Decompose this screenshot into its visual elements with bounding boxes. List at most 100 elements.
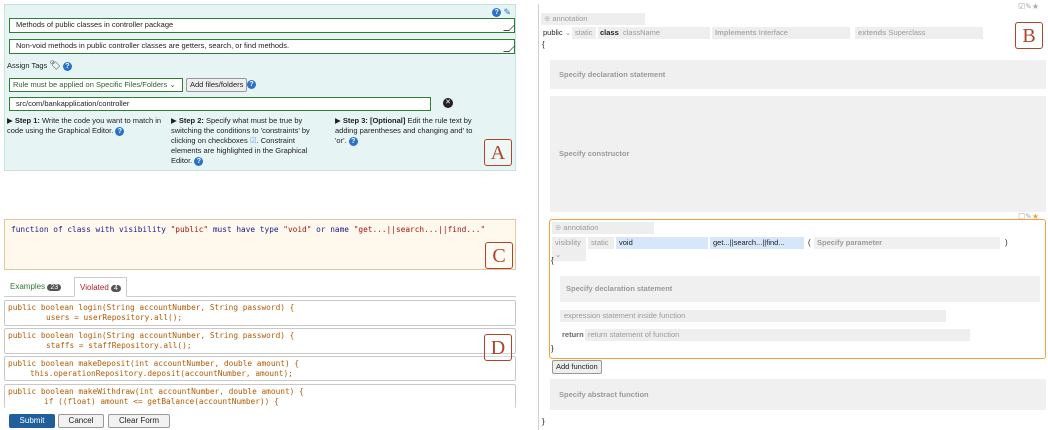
paren-close: ): [1005, 238, 1008, 247]
return-keyword: return: [562, 330, 584, 339]
extends-keyword: extends: [858, 28, 887, 37]
resize-grip-icon[interactable]: [503, 25, 515, 31]
rule-title-input[interactable]: Methods of public classes in controller …: [9, 18, 515, 33]
help-icon[interactable]: ?: [194, 156, 204, 166]
interface-text: Interface: [758, 28, 788, 37]
rule-text-editor[interactable]: function of class with visibility "publi…: [4, 219, 516, 270]
superclass-text: Superclass: [888, 28, 926, 37]
return-text: return statement of function: [588, 330, 680, 339]
abstract-function-placeholder[interactable]: Specify abstract function: [550, 379, 1046, 410]
violated-snippet-2[interactable]: public boolean login(String accountNumbe…: [4, 328, 516, 354]
step3-title: Step 3: [Optional]: [342, 116, 406, 125]
rule-string-literal: "void": [283, 225, 312, 234]
visibility-value: public: [543, 28, 563, 37]
add-function-button[interactable]: Add function: [552, 360, 602, 374]
checkbox-icon: ☑: [249, 136, 257, 145]
function-visibility-select[interactable]: visibility ⌄: [552, 237, 586, 261]
rule-metadata-panel: ? ✎ Methods of public classes in control…: [4, 4, 516, 171]
function-type-field[interactable]: void: [616, 237, 708, 249]
help-icon[interactable]: ?: [492, 8, 502, 18]
class-toolbar-icons[interactable]: ☑✎★: [1018, 2, 1039, 11]
add-files-label: Add files/folders: [190, 80, 244, 89]
expression-placeholder[interactable]: expression statement inside function: [560, 310, 946, 322]
abstract-function-text: Specify abstract function: [559, 390, 649, 399]
tab-examples[interactable]: Examples 23: [10, 282, 62, 291]
function-annotation[interactable]: ⊕ annotation: [552, 222, 654, 234]
figure-label-b: B: [1015, 22, 1043, 49]
function-name-text: get...||search...||find...: [713, 238, 785, 247]
assign-tags[interactable]: Assign Tags 🏷 ?: [7, 60, 72, 71]
step2-title: Step 2:: [178, 116, 204, 125]
step-2: ▶ Step 2: Specify what must be true by s…: [171, 116, 310, 166]
function-type-text: void: [619, 238, 633, 247]
parameter-text: Specify parameter: [817, 238, 883, 247]
violated-snippet-4[interactable]: public boolean makeWithdraw(int accountN…: [4, 384, 516, 408]
add-files-button[interactable]: Add files/folders: [186, 78, 248, 92]
function-close-brace: }: [551, 344, 554, 353]
figure-label-c: C: [485, 242, 513, 269]
snippet-line: public boolean makeDeposit(int accountNu…: [8, 359, 300, 368]
class-annotation[interactable]: ⊕ annotation: [541, 13, 645, 25]
class-name-field[interactable]: className: [620, 27, 710, 39]
chevron-down-icon: ⌄: [564, 28, 571, 37]
violated-count-badge: 4: [111, 285, 121, 292]
help-icon[interactable]: ?: [348, 136, 358, 146]
snippet-line: public boolean makeWithdraw(int accountN…: [8, 387, 304, 396]
rule-text: function of class with visibility "publi…: [11, 225, 485, 234]
class-declaration-placeholder[interactable]: Specify declaration statement: [550, 60, 1046, 89]
implements-keyword: Implements: [715, 28, 757, 37]
function-name-field[interactable]: get...||search...||find...: [710, 237, 804, 249]
parameter-placeholder[interactable]: Specify parameter: [814, 237, 1000, 249]
figure-label-d: D: [484, 334, 512, 361]
scope-select[interactable]: Rule must be applied on Specific Files/F…: [9, 78, 183, 92]
function-visibility-text: visibility: [555, 238, 581, 247]
paren-open: (: [808, 238, 811, 247]
static-toggle[interactable]: static: [572, 27, 596, 39]
rule-string-literal: "get...||search...||find...": [353, 225, 486, 234]
resize-grip-icon[interactable]: [503, 46, 515, 52]
tab-violated[interactable]: Violated 4: [74, 277, 127, 297]
help-icon[interactable]: ?: [247, 80, 256, 89]
class-open-brace: {: [542, 40, 545, 49]
extends-field[interactable]: extends Superclass: [855, 27, 983, 39]
rule-text-segment: must have type: [208, 225, 284, 234]
cancel-button[interactable]: Cancel: [58, 414, 104, 428]
constructor-text: Specify constructor: [559, 149, 630, 158]
clear-form-label: Clear Form: [118, 416, 159, 425]
tab-violated-label: Violated: [80, 283, 109, 292]
function-static-text: static: [591, 238, 609, 247]
function-open-brace: {: [551, 256, 554, 265]
chevron-down-icon: ⌄: [169, 80, 176, 89]
rule-description-input[interactable]: Non-void methods in public controller cl…: [9, 39, 515, 54]
snippet-line: public boolean login(String accountNumbe…: [8, 303, 295, 312]
implements-field[interactable]: Implements Interface: [712, 27, 850, 39]
function-declaration-placeholder[interactable]: Specify declaration statement: [560, 276, 1040, 302]
help-icon[interactable]: ?: [115, 126, 125, 136]
class-name-text: className: [623, 28, 661, 37]
remove-path-icon[interactable]: ✕: [443, 98, 453, 108]
visibility-select[interactable]: public ⌄: [543, 28, 571, 37]
tag-icon[interactable]: 🏷: [49, 60, 60, 70]
help-icon[interactable]: ?: [62, 61, 72, 71]
figure-label-a: A: [484, 139, 512, 166]
clear-form-button[interactable]: Clear Form: [108, 414, 170, 428]
violated-snippet-1[interactable]: public boolean login(String accountNumbe…: [4, 300, 516, 326]
scope-select-value: Rule must be applied on Specific Files/F…: [13, 80, 168, 89]
expression-text: expression statement inside function: [564, 311, 686, 320]
step-1: ▶ Step 1: Write the code you want to mat…: [7, 116, 162, 136]
constructor-placeholder[interactable]: Specify constructor: [550, 96, 1046, 212]
submit-label: Submit: [19, 416, 45, 425]
class-close-brace: }: [542, 417, 545, 426]
violated-snippet-3[interactable]: public boolean makeDeposit(int accountNu…: [4, 356, 516, 381]
snippet-line: users = userRepository.all();: [46, 313, 183, 322]
snippet-line: this.operationRepository.deposit(account…: [30, 369, 293, 378]
edit-pencil-icon[interactable]: ✎: [503, 7, 511, 17]
snippet-line: if ((float) amount <= getBalance(account…: [44, 397, 279, 406]
function-static-toggle[interactable]: static: [588, 237, 614, 249]
class-keyword: class: [598, 27, 621, 39]
divider: [538, 4, 539, 430]
snippet-line: staffs = staffRepository.all();: [46, 341, 192, 350]
return-placeholder[interactable]: return statement of function: [585, 329, 970, 341]
path-input[interactable]: src/com/bankapplication/controller: [9, 97, 431, 111]
submit-button[interactable]: Submit: [9, 414, 55, 428]
